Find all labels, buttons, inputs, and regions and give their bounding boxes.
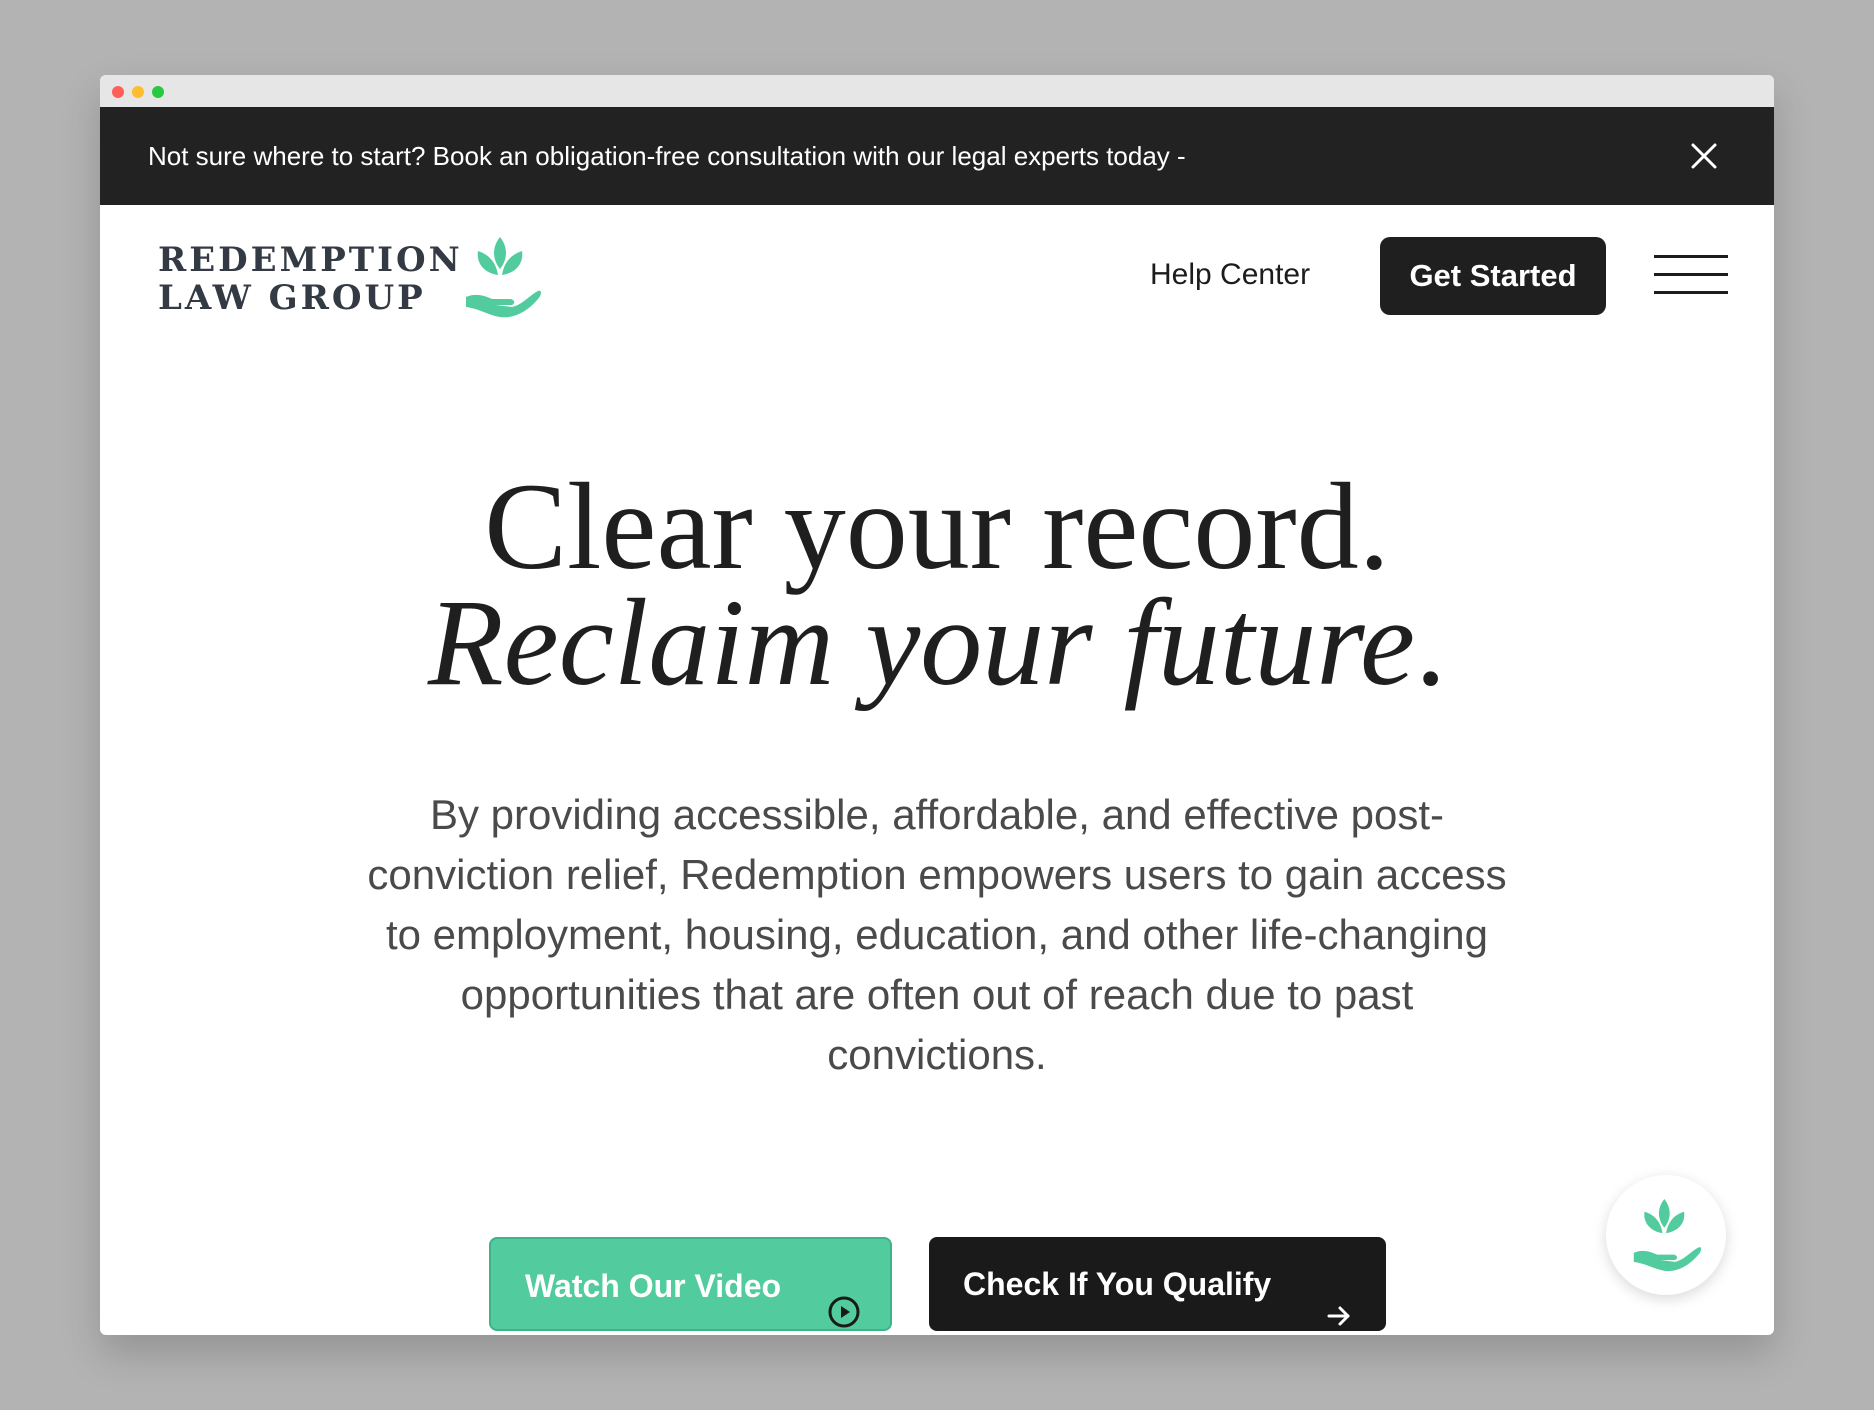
get-started-button[interactable]: Get Started <box>1380 237 1606 315</box>
menu-line <box>1654 291 1728 294</box>
hamburger-menu-icon[interactable] <box>1654 255 1728 295</box>
menu-line <box>1654 273 1728 276</box>
check-qualify-button[interactable]: Check If You Qualify <box>929 1237 1386 1331</box>
logo-wordmark: REDEMPTION LAW GROUP <box>158 241 463 317</box>
nav-help-center[interactable]: Help Center <box>1150 205 1310 345</box>
arrow-right-icon <box>1326 1271 1352 1326</box>
logo[interactable]: REDEMPTION LAW GROUP <box>158 233 548 319</box>
logo-line-2: LAW GROUP <box>158 278 426 318</box>
browser-window: Not sure where to start? Book an obligat… <box>100 75 1774 1335</box>
menu-line <box>1654 255 1728 258</box>
sprout-in-hand-icon <box>1633 1199 1702 1272</box>
minimize-window-dot[interactable] <box>132 86 144 98</box>
sprout-in-hand-icon <box>464 233 542 319</box>
window-title-bar <box>100 75 1774 107</box>
maximize-window-dot[interactable] <box>152 86 164 98</box>
hero-description: By providing accessible, affordable, and… <box>367 791 1507 1078</box>
headline-line-1: Clear your record. <box>484 458 1390 595</box>
close-icon[interactable] <box>1690 142 1718 170</box>
check-qualify-label: Check If You Qualify <box>963 1266 1272 1302</box>
site-header: REDEMPTION LAW GROUP Help Center Get Sta… <box>100 205 1774 345</box>
play-circle-icon <box>828 1270 860 1328</box>
logo-line-1: REDEMPTION <box>158 240 463 280</box>
close-window-dot[interactable] <box>112 86 124 98</box>
watch-video-label: Watch Our Video <box>525 1268 782 1304</box>
floating-help-badge[interactable] <box>1606 1175 1726 1295</box>
headline-line-2: Reclaim your future. <box>100 581 1774 705</box>
announcement-bar: Not sure where to start? Book an obligat… <box>100 107 1774 205</box>
headline-period: . <box>1415 574 1447 711</box>
watch-video-button[interactable]: Watch Our Video <box>489 1237 892 1331</box>
headline-line-2-text: Reclaim your future <box>427 574 1416 711</box>
announcement-text: Not sure where to start? Book an obligat… <box>148 141 1186 171</box>
